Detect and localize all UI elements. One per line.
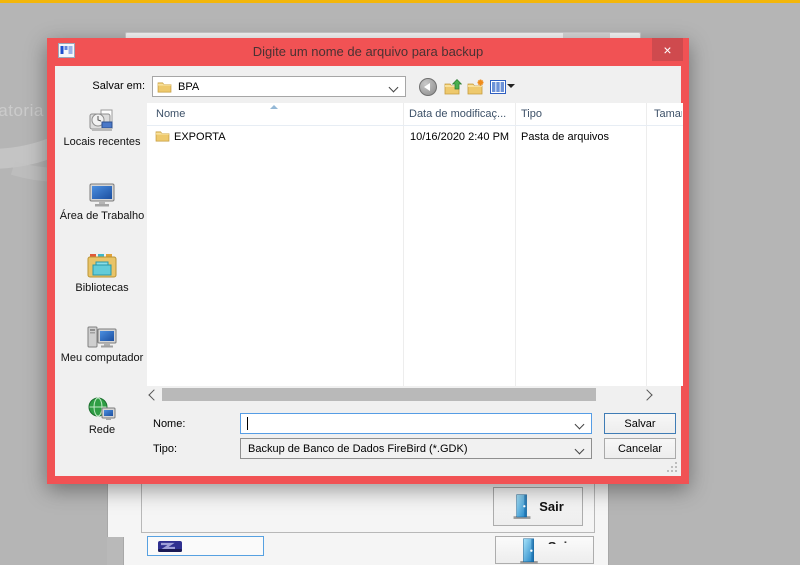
- column-header-data[interactable]: Data de modificaç...: [409, 108, 506, 120]
- view-menu-dropdown-icon[interactable]: [507, 84, 515, 88]
- file-type-select[interactable]: Backup de Banco de Dados FireBird (*.GDK…: [240, 438, 592, 459]
- door-icon: [517, 538, 541, 565]
- chevron-down-icon: [575, 420, 585, 430]
- file-modified: 10/16/2020 2:40 PM: [410, 131, 509, 143]
- sidebar-item-label: Rede: [89, 424, 115, 437]
- view-grid-icon: [490, 80, 506, 94]
- new-folder-icon: [467, 79, 485, 95]
- partial-exit-button[interactable]: Sair: [495, 536, 594, 564]
- back-arrow-icon: [419, 78, 437, 96]
- file-list-header: Nome Data de modificaç... Tipo Tamanho: [147, 103, 683, 126]
- database-icon: [157, 540, 183, 553]
- resize-grip[interactable]: [667, 462, 678, 473]
- sidebar-item-label: Locais recentes: [63, 136, 140, 149]
- dialog-client-area: Salvar em: BPA: [55, 66, 681, 476]
- horizontal-scrollbar[interactable]: [147, 388, 654, 401]
- close-icon: ×: [663, 42, 671, 58]
- file-type-label: Tipo:: [153, 443, 177, 455]
- background-window-notch: [107, 537, 124, 565]
- sidebar-item-desktop[interactable]: Área de Trabalho: [57, 182, 147, 223]
- save-in-combobox[interactable]: BPA: [152, 76, 406, 97]
- network-icon: [87, 396, 117, 422]
- back-button[interactable]: [418, 77, 437, 96]
- scrollbar-thumb[interactable]: [162, 388, 596, 401]
- sidebar-item-network[interactable]: Rede: [57, 396, 147, 437]
- file-name: EXPORTA: [174, 131, 226, 143]
- sidebar-item-label: Bibliotecas: [75, 282, 128, 295]
- door-icon: [512, 492, 532, 522]
- column-header-tipo[interactable]: Tipo: [521, 108, 542, 120]
- folder-icon: [157, 81, 172, 93]
- view-menu-button[interactable]: [488, 77, 507, 96]
- folder-up-icon: [444, 79, 462, 95]
- dialog-titlebar[interactable]: Digite um nome de arquivo para backup ×: [47, 38, 689, 66]
- watermark-text: latoria: [0, 101, 44, 121]
- exit-button-label: Sair: [539, 499, 564, 514]
- chevron-down-icon: [575, 445, 585, 455]
- up-one-level-button[interactable]: [443, 77, 462, 96]
- file-list-panel: Nome Data de modificaç... Tipo Tamanho E…: [147, 103, 683, 386]
- partial-left-button[interactable]: [147, 536, 264, 556]
- computer-icon: [86, 324, 118, 350]
- exit-button[interactable]: Sair: [493, 487, 583, 526]
- save-dialog: Digite um nome de arquivo para backup × …: [47, 38, 689, 484]
- file-row[interactable]: EXPORTA 10/16/2020 2:40 PM Pasta de arqu…: [147, 129, 683, 146]
- sidebar-item-libraries[interactable]: Bibliotecas: [57, 252, 147, 295]
- file-name-label: Nome:: [153, 418, 185, 430]
- close-button[interactable]: ×: [652, 38, 683, 61]
- column-header-tamanho[interactable]: Tamanho: [654, 108, 682, 120]
- sidebar-item-label: Meu computador: [61, 352, 144, 365]
- scroll-right-icon[interactable]: [641, 389, 652, 400]
- save-button-label: Salvar: [624, 418, 655, 430]
- save-button[interactable]: Salvar: [604, 413, 676, 434]
- dialog-title: Digite um nome de arquivo para backup: [47, 44, 689, 59]
- top-accent-line: [0, 0, 800, 3]
- file-name-input[interactable]: [240, 413, 592, 434]
- column-header-nome[interactable]: Nome: [156, 108, 185, 120]
- libraries-icon: [86, 252, 118, 280]
- scroll-left-icon[interactable]: [148, 389, 159, 400]
- sidebar-item-computer[interactable]: Meu computador: [57, 324, 147, 365]
- cancel-button[interactable]: Cancelar: [604, 438, 676, 459]
- file-type-value: Backup de Banco de Dados FireBird (*.GDK…: [248, 443, 468, 455]
- sidebar-item-label: Área de Trabalho: [60, 210, 144, 223]
- file-type: Pasta de arquivos: [521, 131, 609, 143]
- new-folder-button[interactable]: [466, 77, 485, 96]
- folder-icon: [155, 130, 170, 142]
- chevron-down-icon: [389, 83, 399, 93]
- save-in-value: BPA: [178, 81, 199, 93]
- partial-exit-label: Sair: [548, 539, 573, 544]
- save-in-label: Salvar em:: [55, 80, 145, 92]
- desktop-icon: [87, 182, 117, 208]
- background-window: Sair Sair: [107, 484, 609, 565]
- sort-ascending-icon: [270, 105, 278, 109]
- sidebar-item-recent-places[interactable]: Locais recentes: [57, 108, 147, 149]
- text-caret: [247, 417, 248, 430]
- recent-places-icon: [87, 108, 117, 134]
- cancel-button-label: Cancelar: [618, 443, 662, 455]
